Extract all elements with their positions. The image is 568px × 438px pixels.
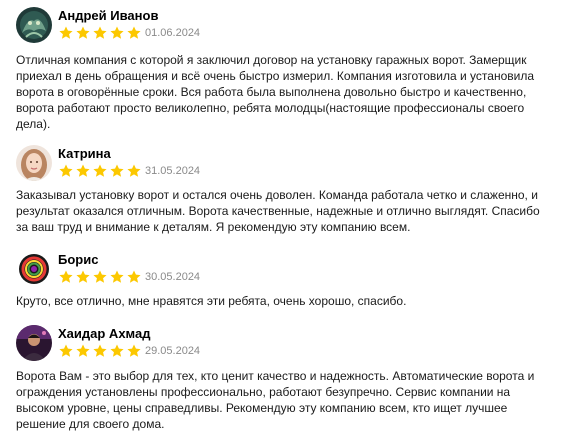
star-icon	[127, 164, 141, 177]
colorful-ring-avatar-icon[interactable]	[16, 251, 52, 287]
review-author[interactable]: Борис	[58, 252, 98, 268]
man-portrait-avatar-icon[interactable]	[16, 325, 52, 361]
girl-portrait-avatar-icon[interactable]	[16, 145, 52, 181]
star-icon	[110, 344, 124, 357]
star-icon	[76, 270, 90, 283]
star-icon	[76, 344, 90, 357]
review-date: 30.05.2024	[145, 271, 201, 283]
star-icon	[127, 344, 141, 357]
star-icon	[93, 164, 107, 177]
star-icon	[76, 164, 90, 177]
review-author[interactable]: Андрей Иванов	[58, 8, 158, 24]
dragon-avatar-icon[interactable]	[16, 7, 52, 43]
star-icon	[76, 26, 90, 39]
rating-stars	[58, 25, 142, 41]
review-date: 29.05.2024	[145, 345, 201, 357]
star-icon	[110, 270, 124, 283]
star-icon	[59, 164, 73, 177]
review-date: 31.05.2024	[145, 165, 201, 177]
star-icon	[127, 26, 141, 39]
star-icon	[59, 26, 73, 39]
review-date: 01.06.2024	[145, 27, 201, 39]
star-icon	[110, 26, 124, 39]
star-icon	[110, 164, 124, 177]
star-icon	[59, 270, 73, 283]
star-icon	[59, 344, 73, 357]
rating-stars	[58, 269, 142, 285]
review-text: Отличная компания с которой я заключил д…	[16, 53, 535, 131]
rating-stars	[58, 163, 142, 179]
rating-stars	[58, 343, 142, 359]
star-icon	[93, 270, 107, 283]
star-icon	[127, 270, 141, 283]
star-icon	[93, 344, 107, 357]
review-text: Круто, все отлично, мне нравятся эти реб…	[16, 294, 407, 308]
review-text: Заказывал установку ворот и остался очен…	[16, 188, 540, 234]
star-icon	[93, 26, 107, 39]
review-text: Ворота Вам - это выбор для тех, кто цени…	[16, 369, 535, 431]
review-author[interactable]: Катрина	[58, 146, 111, 162]
review-author[interactable]: Хаидар Ахмад	[58, 326, 150, 342]
